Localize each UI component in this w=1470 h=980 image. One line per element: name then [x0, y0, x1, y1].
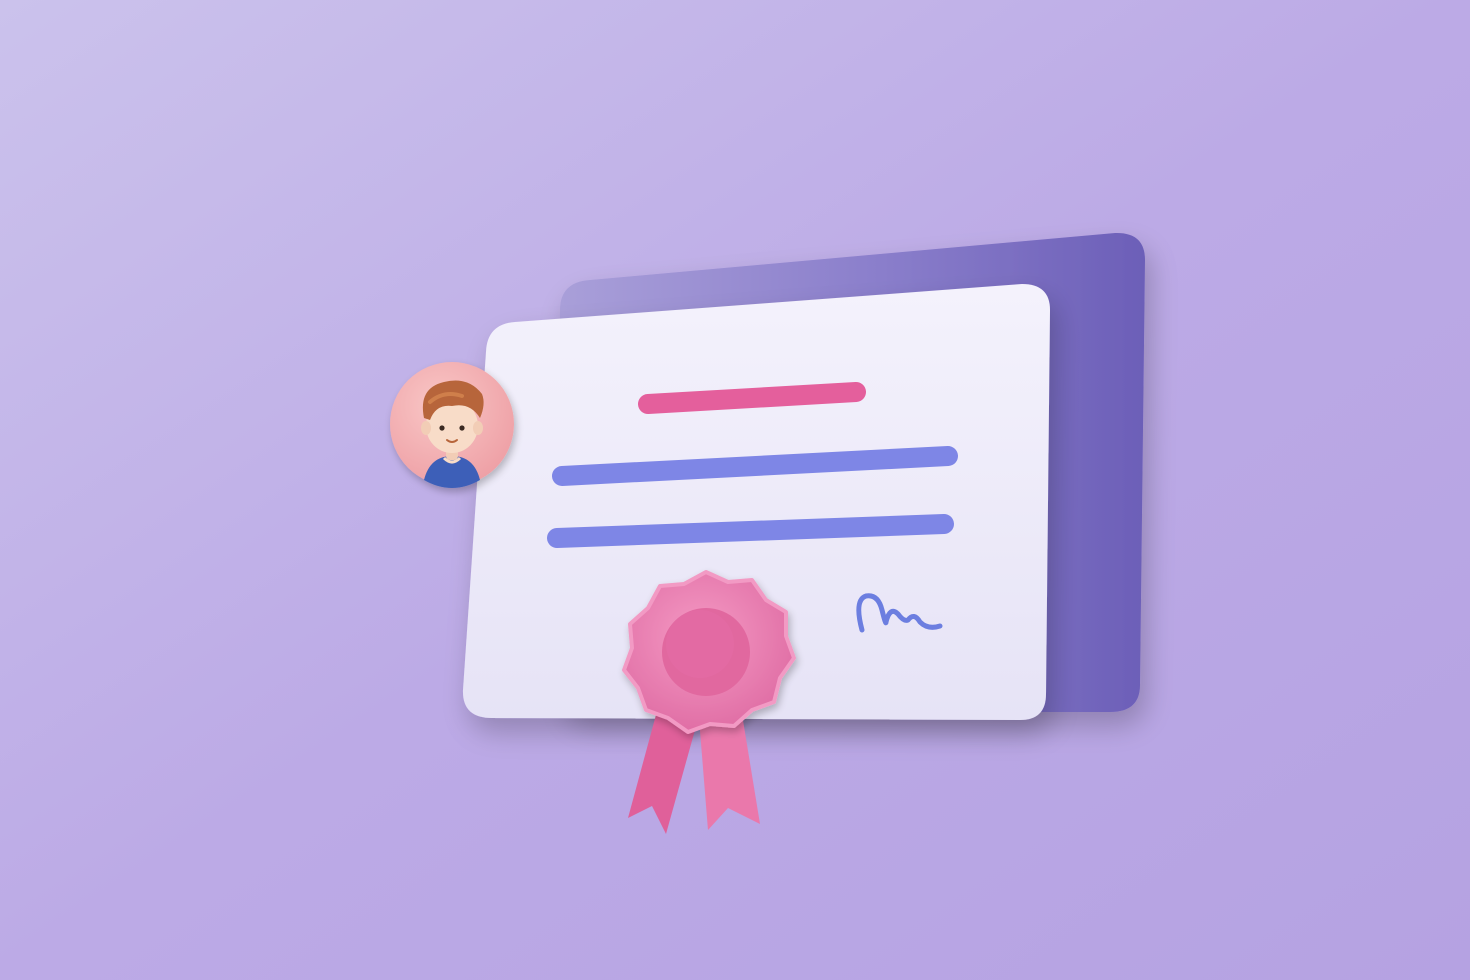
certificate-scene: [0, 0, 1470, 980]
certificate-text-line: [547, 514, 954, 548]
certificate-title-bar: [638, 382, 866, 414]
certificate-illustration: [0, 0, 1470, 980]
